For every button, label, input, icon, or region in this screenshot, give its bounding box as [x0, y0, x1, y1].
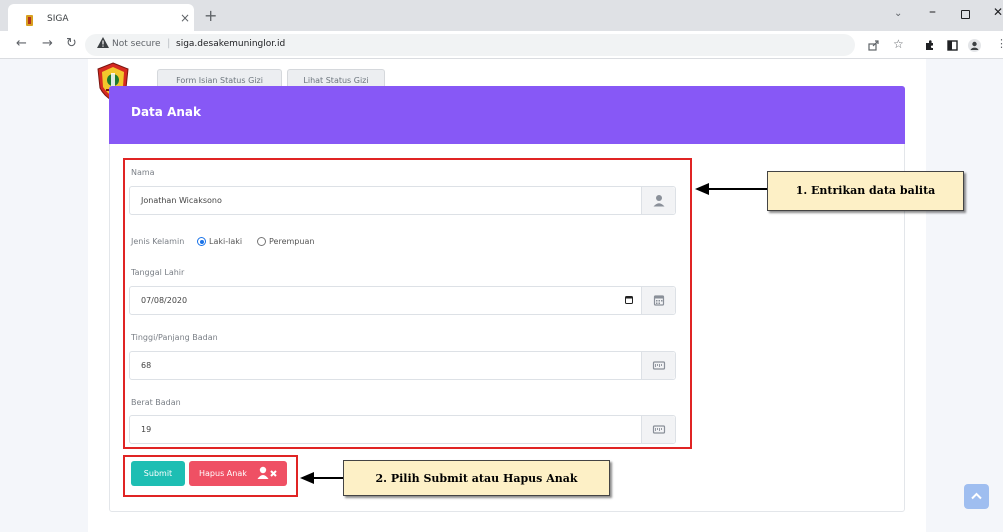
forward-arrow-icon[interactable]: →: [42, 36, 53, 51]
chevron-up-icon: [971, 492, 982, 500]
tab-title: SIGA: [47, 14, 69, 24]
url-text: siga.desakemuninglor.id: [176, 39, 286, 49]
star-icon[interactable]: ☆: [893, 37, 904, 51]
tab-close-icon[interactable]: ×: [180, 11, 190, 25]
profile-icon[interactable]: [968, 39, 981, 52]
close-window-button[interactable]: ✕: [993, 5, 1003, 19]
callout-step-1: 1. Entrikan data balita: [767, 171, 964, 211]
card-header: [109, 86, 905, 144]
reload-icon[interactable]: ↻: [66, 36, 77, 51]
siga-favicon-icon: [26, 15, 33, 26]
extensions-icon[interactable]: [924, 40, 935, 51]
scroll-to-top-button[interactable]: [964, 484, 989, 509]
sidebar-icon[interactable]: [947, 40, 958, 51]
warning-icon: [97, 37, 109, 48]
arrow-left-icon: [695, 183, 769, 195]
minimize-window-button[interactable]: –: [929, 4, 936, 20]
maximize-window-button[interactable]: [961, 10, 970, 19]
browser-tab-strip: SIGA × + ⌄ – ✕: [0, 0, 1003, 31]
not-secure-label: Not secure: [112, 39, 161, 49]
tab-search-chevron-icon[interactable]: ⌄: [894, 8, 902, 19]
new-tab-button[interactable]: +: [204, 6, 217, 25]
highlight-box-buttons: [123, 455, 298, 497]
back-arrow-icon[interactable]: ←: [16, 36, 27, 51]
share-icon[interactable]: [868, 40, 880, 51]
card-title: Data Anak: [131, 105, 201, 119]
menu-icon[interactable]: ⋮: [996, 37, 1003, 50]
url-separator: |: [167, 38, 171, 49]
arrow-left-icon: [300, 472, 344, 484]
highlight-box-form: [123, 158, 692, 449]
callout-step-2: 2. Pilih Submit atau Hapus Anak: [343, 460, 610, 496]
browser-tab[interactable]: SIGA ×: [8, 4, 194, 31]
omnibox[interactable]: Not secure | siga.desakemuninglor.id: [85, 34, 855, 56]
address-toolbar: ← → ↻ Not secure | siga.desakemuninglor.…: [0, 31, 1003, 59]
